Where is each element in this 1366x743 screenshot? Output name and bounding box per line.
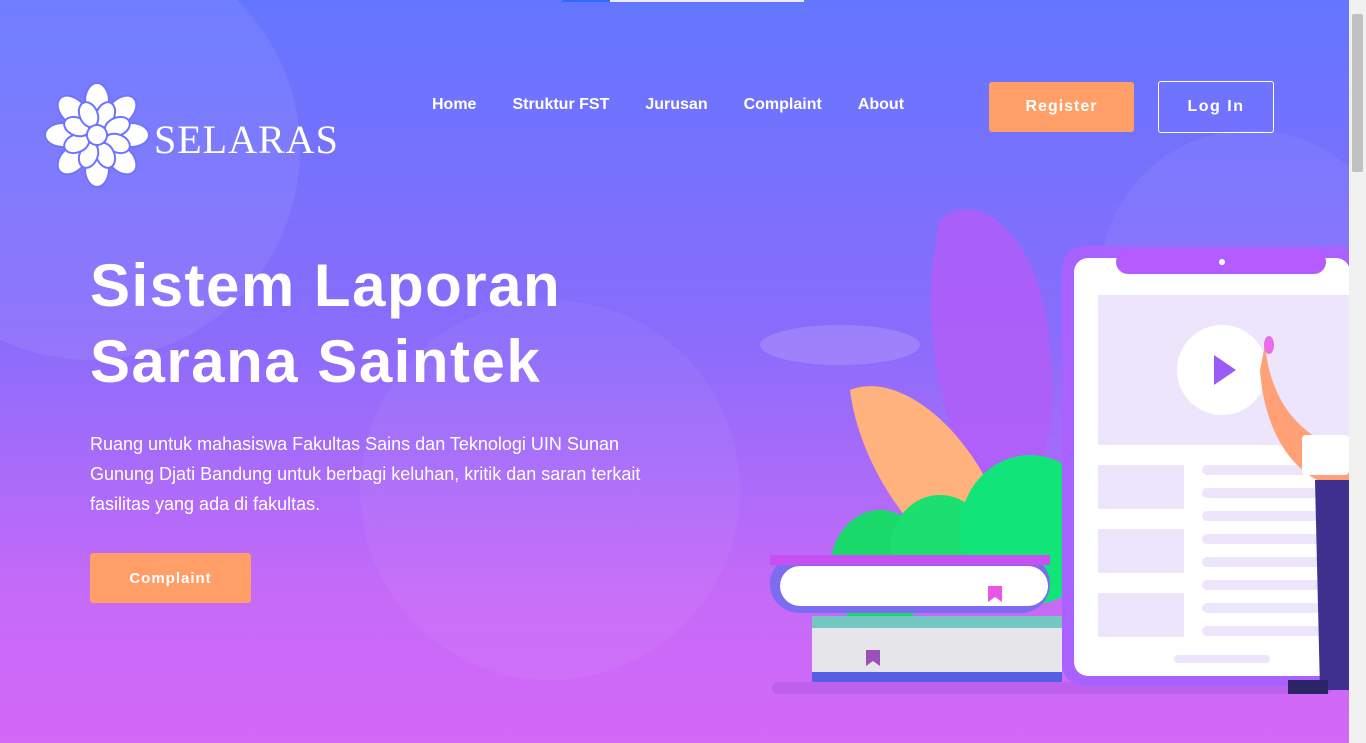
brand-logo[interactable]: SELARAS: [44, 82, 339, 188]
login-button[interactable]: Log In: [1158, 81, 1274, 133]
hero-illustration: [760, 209, 1349, 694]
register-button[interactable]: Register: [989, 82, 1134, 132]
page-title: Sistem Laporan Sarana Saintek: [90, 248, 561, 400]
nav-item-about[interactable]: About: [858, 94, 904, 116]
scrollbar-thumb[interactable]: [1352, 14, 1363, 172]
hero-section: SELARAS Home Struktur FST Jurusan Compla…: [0, 0, 1349, 743]
complaint-button[interactable]: Complaint: [90, 553, 251, 603]
hero-description: Ruang untuk mahasiswa Fakultas Sains dan…: [90, 434, 641, 514]
nav-item-jurusan[interactable]: Jurusan: [645, 94, 707, 116]
title-line-2: Sarana Saintek: [90, 328, 542, 395]
nav-item-home[interactable]: Home: [432, 94, 476, 116]
main-nav: Home Struktur FST Jurusan Complaint Abou…: [432, 94, 940, 116]
lotus-logo-icon: [44, 82, 150, 188]
nav-item-struktur-fst[interactable]: Struktur FST: [512, 94, 609, 116]
page-scrollbar[interactable]: [1349, 0, 1366, 743]
progress-bar: [562, 0, 804, 2]
nav-item-complaint[interactable]: Complaint: [744, 94, 822, 116]
title-line-1: Sistem Laporan: [90, 252, 562, 319]
brand-name: SELARAS: [154, 116, 339, 162]
